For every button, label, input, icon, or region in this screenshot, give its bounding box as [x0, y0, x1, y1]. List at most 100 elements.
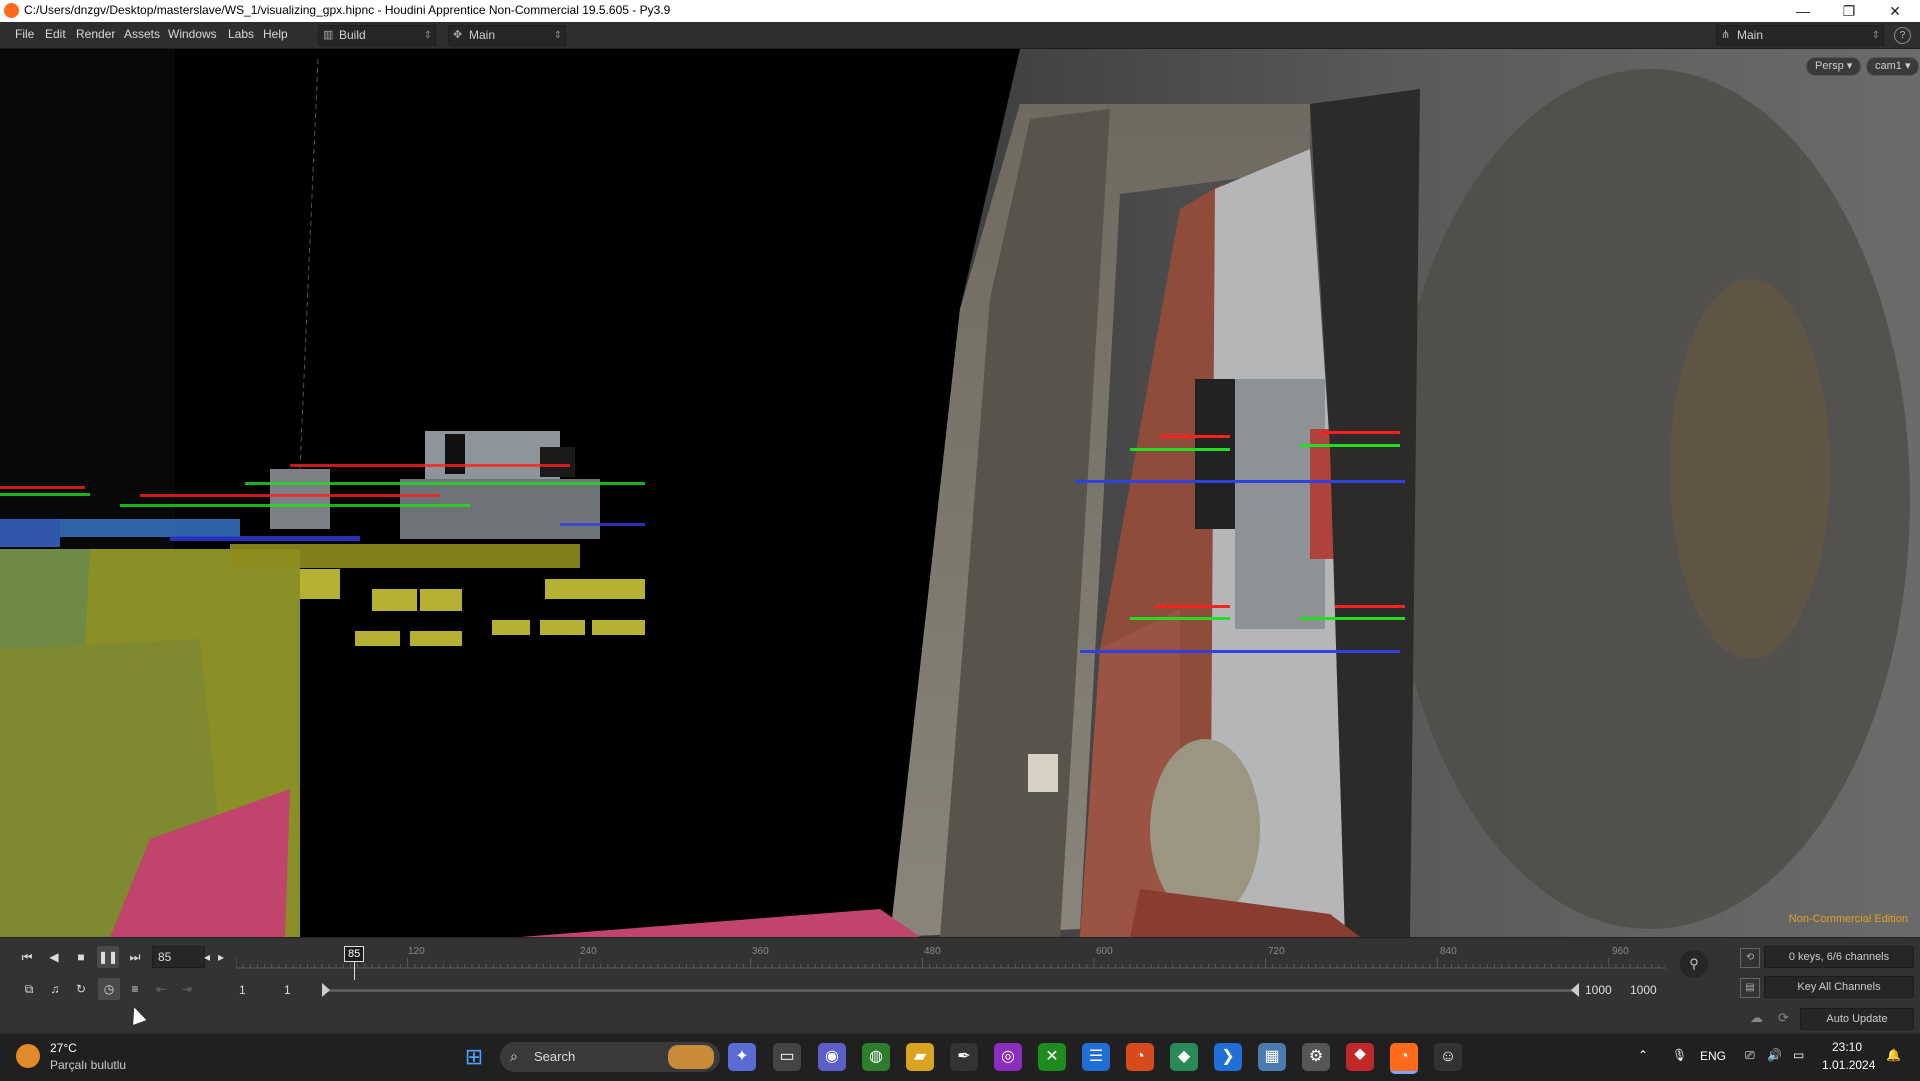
- range-start-visible-field[interactable]: 1: [284, 983, 291, 997]
- clock-icon[interactable]: ◷: [98, 978, 120, 1000]
- scope-icon[interactable]: ▤: [1740, 978, 1760, 998]
- step-forward-icon[interactable]: ▸: [214, 946, 228, 968]
- menu-render[interactable]: Render: [76, 27, 115, 41]
- acrobat-icon[interactable]: ⯁: [1346, 1043, 1374, 1071]
- range-slider[interactable]: [326, 989, 1576, 992]
- loop-icon[interactable]: ↻: [70, 978, 92, 1000]
- notification-icon[interactable]: 🔔: [1886, 1048, 1901, 1062]
- weather-desc[interactable]: Parçalı bulutlu: [50, 1058, 126, 1072]
- range-end-visible-field[interactable]: 1000: [1585, 983, 1612, 997]
- inkscape-icon[interactable]: ✒: [950, 1043, 978, 1071]
- stop-icon[interactable]: ■: [70, 946, 92, 968]
- timeline-ruler[interactable]: 120 240 360 480 600 720 840 960 85: [236, 944, 1666, 980]
- task-view-icon[interactable]: ▭: [773, 1043, 801, 1071]
- volume-icon[interactable]: 🔊: [1767, 1048, 1782, 1062]
- current-frame-marker[interactable]: 85: [344, 946, 365, 962]
- menu-windows[interactable]: Windows: [168, 27, 217, 41]
- shelf-icon: ⋔: [1721, 29, 1731, 41]
- menu-help[interactable]: Help: [263, 27, 288, 41]
- houdini-launcher-icon[interactable]: ◔: [1126, 1043, 1154, 1071]
- windows-start-icon[interactable]: ⊞: [460, 1043, 488, 1071]
- jump-to-end-icon[interactable]: ⏭: [124, 946, 146, 968]
- tick-label: 480: [924, 946, 941, 957]
- houdini-app-icon: [4, 3, 19, 18]
- plant: [1150, 739, 1260, 919]
- auto-update-selector[interactable]: Auto Update: [1800, 1008, 1914, 1030]
- microphone-icon[interactable]: 🎙: [1672, 1048, 1687, 1062]
- xbox-icon[interactable]: ✕: [1038, 1043, 1066, 1071]
- settings-icon[interactable]: ⚙: [1302, 1043, 1330, 1071]
- window-title-bar: C:/Users/dnzgv/Desktop/masterslave/WS_1/…: [0, 0, 1920, 22]
- key-icon[interactable]: ⚲: [1680, 950, 1708, 978]
- close-window-button[interactable]: ✕: [1872, 0, 1918, 22]
- current-frame-field[interactable]: 85: [152, 946, 205, 968]
- windows-taskbar: 27°C Parçalı bulutlu ⊞ ⌕ Search ✦ ▭ ◉ ◍ …: [0, 1033, 1920, 1081]
- fps-icon[interactable]: ≡: [124, 978, 146, 1000]
- step-back-icon[interactable]: ◂: [200, 946, 214, 968]
- range-end-field[interactable]: 1000: [1630, 983, 1657, 997]
- layout-icon: ▥: [323, 29, 334, 41]
- show-hidden-icons[interactable]: ⌃: [1638, 1048, 1648, 1062]
- file-explorer-icon[interactable]: ▰: [906, 1043, 934, 1071]
- range-start-field[interactable]: 1: [239, 983, 246, 997]
- camera-menu[interactable]: cam1 ▾: [1866, 57, 1920, 76]
- minimize-button[interactable]: —: [1780, 0, 1826, 22]
- tick-label: 240: [580, 946, 597, 957]
- key-all-channels-button[interactable]: Key All Channels: [1764, 976, 1914, 998]
- refresh-icon[interactable]: ⟳: [1778, 1010, 1789, 1026]
- menu-edit[interactable]: Edit: [45, 27, 66, 41]
- playhead-line: [354, 962, 355, 980]
- restore-button[interactable]: ❐: [1826, 0, 1872, 22]
- discord-icon[interactable]: ☺: [1434, 1043, 1462, 1071]
- photos-icon[interactable]: ▦: [1258, 1043, 1286, 1071]
- instagram-icon[interactable]: ◎: [994, 1043, 1022, 1071]
- range-slider-end-handle[interactable]: [1571, 983, 1579, 997]
- battery-icon[interactable]: ▭: [1793, 1048, 1804, 1062]
- vscode-icon[interactable]: ❯: [1214, 1043, 1242, 1071]
- crosshair-icon: ✥: [453, 29, 463, 41]
- viewport-render: [0, 49, 1920, 937]
- main-menu-bar: File Edit Render Assets Windows Labs Hel…: [0, 22, 1920, 49]
- prev-key-icon[interactable]: ⇤: [150, 978, 172, 1000]
- wall-outlet: [1028, 754, 1058, 792]
- search-placeholder: Search: [534, 1049, 576, 1064]
- persp-view-menu[interactable]: Persp ▾: [1806, 57, 1862, 76]
- channel-list-icon[interactable]: ⟲: [1740, 948, 1760, 968]
- range-slider-start-handle[interactable]: [322, 983, 330, 997]
- pause-icon[interactable]: ❚❚: [97, 946, 119, 968]
- desktop-main-selector[interactable]: ✥ Main ⇕: [448, 25, 566, 46]
- jump-to-start-icon[interactable]: ⏮: [16, 946, 38, 968]
- cloud-icon: ☁: [1750, 1010, 1763, 1025]
- tick-label: 960: [1612, 946, 1629, 957]
- realtime-toggle-icon[interactable]: ⧉: [18, 978, 40, 1000]
- weather-icon[interactable]: [16, 1044, 40, 1068]
- shelf-set-selector[interactable]: ⋔ Main ⇕: [1716, 25, 1884, 46]
- keys-channels-field[interactable]: 0 keys, 6/6 channels: [1764, 946, 1914, 968]
- chrome-icon[interactable]: ◍: [862, 1043, 890, 1071]
- network-icon[interactable]: ⎚: [1745, 1048, 1755, 1063]
- houdini-active-icon[interactable]: ◔: [1390, 1043, 1418, 1074]
- clock-date[interactable]: 1.01.2024: [1822, 1058, 1875, 1072]
- taskbar-search[interactable]: ⌕ Search: [500, 1042, 720, 1072]
- audio-icon[interactable]: ♫: [44, 978, 66, 1000]
- non-commercial-label: Non-Commercial Edition: [1788, 913, 1908, 925]
- widgets-icon[interactable]: ✦: [728, 1043, 756, 1071]
- tick-label: 720: [1268, 946, 1285, 957]
- menu-labs[interactable]: Labs: [228, 27, 254, 41]
- play-reverse-icon[interactable]: ◀: [43, 946, 65, 968]
- help-icon[interactable]: ?: [1894, 27, 1911, 44]
- blurred-figure: [1390, 69, 1910, 929]
- scene-viewport[interactable]: Persp ▾ cam1 ▾ Non-Commercial Edition: [0, 49, 1920, 937]
- language-indicator[interactable]: ENG: [1700, 1049, 1726, 1063]
- menu-assets[interactable]: Assets: [124, 27, 160, 41]
- notepad-icon[interactable]: ☰: [1082, 1043, 1110, 1071]
- teams-icon[interactable]: ◉: [818, 1043, 846, 1071]
- tick-label: 120: [408, 946, 425, 957]
- desktop-build-selector[interactable]: ▥ Build ⇕: [318, 25, 436, 46]
- menu-file[interactable]: File: [15, 27, 34, 41]
- weather-temp[interactable]: 27°C: [50, 1041, 77, 1055]
- clock-time[interactable]: 23:10: [1832, 1040, 1862, 1054]
- next-key-icon[interactable]: ⇥: [176, 978, 198, 1000]
- git-icon[interactable]: ◆: [1170, 1043, 1198, 1071]
- tick-label: 360: [752, 946, 769, 957]
